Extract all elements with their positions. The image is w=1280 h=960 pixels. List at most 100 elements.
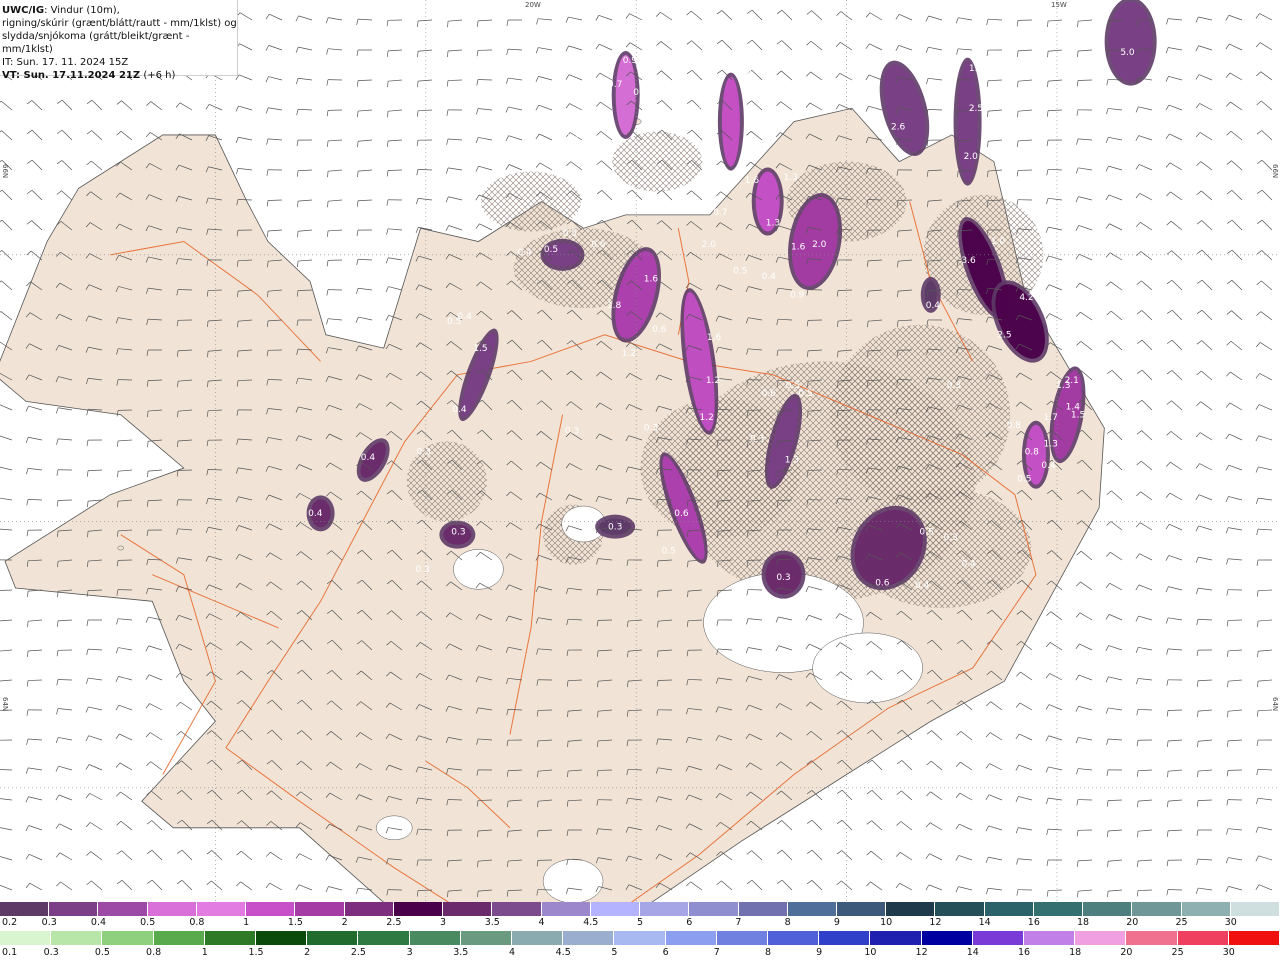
- graticule-label-66n-left: 66N: [1, 164, 9, 179]
- legend-swatch: [49, 902, 99, 916]
- legend-label: 25: [1171, 947, 1184, 958]
- legend-swatch: [836, 902, 887, 916]
- snowfall-value-label: 1.2: [706, 376, 720, 386]
- legend-label: 3.5: [453, 947, 469, 958]
- graticule-label-66n-right: 66N: [1271, 164, 1279, 179]
- legend-label: 14: [966, 947, 979, 958]
- legend-label: 1.5: [248, 947, 264, 958]
- snowfall-value-label: 0.5: [919, 528, 933, 538]
- legend-swatch: [1132, 902, 1182, 916]
- legend-label: 3.5: [484, 917, 500, 928]
- legend-swatch: [665, 931, 717, 945]
- snow-legend-bar: [0, 902, 1280, 916]
- snowfall-value-label: 2.1: [1065, 376, 1079, 386]
- snowfall-value-label: 0.4: [518, 248, 533, 258]
- legend-swatch: [886, 902, 936, 916]
- snowfall-value-label: 0.9: [790, 290, 805, 300]
- snowfall-value-label: 0.6: [762, 389, 777, 399]
- snowfall-value-label: 0.5: [798, 389, 812, 399]
- map-info-box: UWC/IG: Vindur (10m), rigning/skúrir (gr…: [0, 0, 238, 81]
- snowfall-value-label: 0.3: [750, 434, 764, 444]
- weather-map[interactable]: 0.9 0.7 0.9 0.7 1.8 1.4 1.3 1.6 0.7 1.3 2.0 1.6 2.0 0…: [0, 0, 1280, 902]
- snowfall-value-label: 0.3: [944, 533, 958, 543]
- map-area[interactable]: 0.9 0.7 0.9 0.7 1.8 1.4 1.3 1.6 0.7 1.3 2.0 1.6 2.0 0…: [0, 0, 1280, 902]
- legend-label: 6: [662, 947, 669, 958]
- snowfall-value-label: 0.5: [850, 11, 864, 21]
- legend-label: 25: [1175, 917, 1188, 928]
- snowfall-value-label: 0.3: [417, 448, 431, 458]
- legend-swatch: [0, 902, 50, 916]
- snowfall-value-label: 0.7: [713, 208, 727, 218]
- legend-label: 4.5: [555, 947, 571, 958]
- legend-label: 8: [784, 917, 791, 928]
- legend-swatch: [716, 931, 769, 945]
- snowfall-value-label: 0.4: [961, 560, 976, 570]
- legend-swatch: [344, 902, 394, 916]
- legend-label: 0.5: [94, 947, 110, 958]
- snowfall-value-label: 0.9: [633, 88, 648, 98]
- legend-label: 0.3: [43, 947, 59, 958]
- legend-swatch: [492, 902, 542, 916]
- legend-swatch: [1177, 931, 1229, 945]
- legend-label: 14: [978, 917, 991, 928]
- snowfall-value-label: 0.9: [623, 56, 638, 66]
- legend-label: 0.8: [146, 947, 162, 958]
- legend-swatch: [640, 902, 690, 916]
- snowfall-value-label: 1.6: [791, 243, 806, 253]
- snowfall-value-label: 2.0: [964, 152, 979, 162]
- legend-swatch: [1230, 902, 1280, 916]
- legend-swatch: [563, 931, 615, 945]
- snowfall-value-label: 0.3: [776, 573, 790, 583]
- legend-label: 18: [1069, 947, 1082, 958]
- legend-label: 0.4: [90, 917, 107, 928]
- legend-swatch: [1075, 931, 1127, 945]
- legend-swatch: [51, 931, 103, 945]
- legend-label: 16: [1017, 947, 1031, 958]
- legend-swatch: [460, 931, 513, 945]
- forecast-offset: (+6 h): [143, 70, 176, 81]
- initial-time: IT: Sun. 17. 11. 2024 15Z: [2, 57, 129, 68]
- legend-label: 2.5: [350, 947, 366, 958]
- snowfall-value-label: 1.6: [644, 275, 659, 285]
- snowfall-value-label: 1.5: [1071, 410, 1085, 420]
- snowfall-value-label: 0.5: [733, 267, 747, 277]
- legend-swatch: [409, 931, 461, 945]
- snowfall-value-label: 1.8: [737, 69, 752, 79]
- snowfall-value-label: 2.5: [969, 104, 983, 114]
- snowfall-value-label: 1.6: [707, 333, 722, 343]
- graticule-label-64n-left: 64N: [1, 697, 9, 712]
- snowfall-value-label: 1.7: [1044, 413, 1058, 423]
- valid-time: VT: Sun. 17.11.2024 21Z: [2, 70, 141, 81]
- legend-swatch: [393, 902, 444, 916]
- legend-swatch: [1033, 902, 1084, 916]
- legend-swatch: [972, 931, 1025, 945]
- snowfall-value-label: 2.0: [812, 240, 827, 250]
- legend-swatch: [1228, 931, 1280, 945]
- color-legend: 0.2 0.3 0.4 0.5 0.8 1 1.5 2 2.5 3 3.5 4 4.5 5 6 7 8 9 10 12…: [0, 902, 1280, 960]
- snowfall-value-label: 0.4: [762, 272, 777, 282]
- snowfall-value-label: 0.4: [1041, 461, 1056, 471]
- legend-swatch: [256, 931, 308, 945]
- info-line1: : Vindur (10m),: [44, 5, 120, 16]
- legend-label: 10: [880, 917, 893, 928]
- legend-swatch: [358, 931, 410, 945]
- legend-swatch: [590, 902, 641, 916]
- legend-swatch: [1181, 902, 1231, 916]
- graticule-label-20w: 20W: [525, 1, 541, 9]
- legend-swatch: [614, 931, 666, 945]
- legend-label: 2: [304, 947, 311, 958]
- legend-swatch: [443, 902, 493, 916]
- info-line3: slydda/snjókoma (grátt/bleikt/grænt - mm…: [2, 31, 190, 55]
- rain-legend-labels: 0.1 0.3 0.5 0.8 1 1.5 2 2.5 3 3.5 4 4.5 5 6 7 8 9 10 12 14 1…: [0, 947, 1280, 959]
- legend-label: 4: [508, 947, 516, 958]
- snowfall-value-label: 0.3: [947, 381, 961, 391]
- model-name: UWC/IG: [2, 5, 45, 16]
- snowfall-value-label: 0.6: [875, 578, 890, 588]
- snowfall-value-label: 0.6: [674, 509, 689, 519]
- legend-label: 9: [833, 917, 840, 928]
- legend-label: 12: [929, 917, 942, 928]
- legend-swatch: [921, 931, 973, 945]
- rain-legend-bar: [0, 931, 1280, 945]
- legend-label: 16: [1027, 917, 1040, 928]
- legend-swatch: [295, 902, 345, 916]
